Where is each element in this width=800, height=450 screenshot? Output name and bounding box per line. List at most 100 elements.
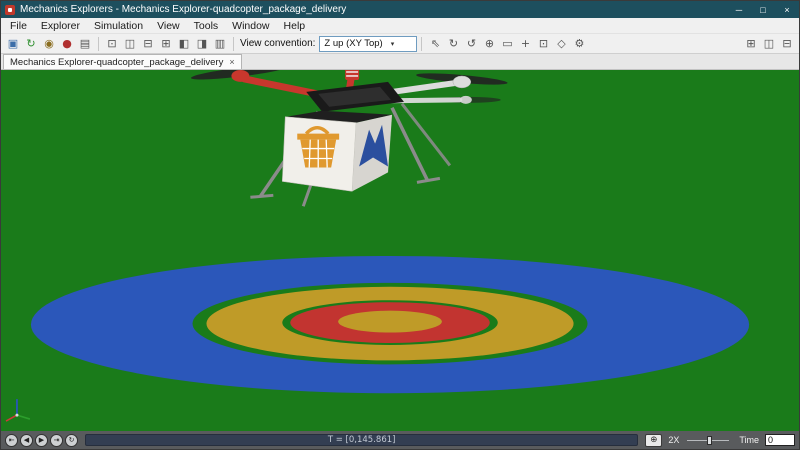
select-cursor-icon: ⇖ <box>430 37 441 50</box>
menu-item[interactable]: Help <box>277 20 313 32</box>
layout-four-grid-icon: ⊞ <box>746 37 756 50</box>
toolbar-button[interactable]: ◨ <box>193 35 211 53</box>
playback-button[interactable]: ↻ <box>65 433 78 447</box>
toolbar-separator <box>233 36 234 51</box>
menu-bar: File Explorer Simulation View Tools Wind… <box>1 18 799 33</box>
toolbar-button[interactable]: ◫ <box>760 35 778 53</box>
fit-to-view-icon: ⊡ <box>538 37 549 50</box>
pan-view-icon: + <box>520 37 531 50</box>
playback-button[interactable]: ⇥ <box>50 433 63 447</box>
toolbar-button[interactable]: + <box>516 35 534 53</box>
toolbar-button[interactable]: ▥ <box>211 35 229 53</box>
menu-item[interactable]: View <box>150 20 187 32</box>
toolbar-separator <box>421 36 423 51</box>
magnifier-icon: ⊕ <box>650 434 658 445</box>
play-icon: ▶ <box>38 435 45 444</box>
toolbar-button[interactable]: ◫ <box>121 35 139 53</box>
zoom-in-icon: ⊕ <box>484 37 495 50</box>
tab-mechanics-explorer[interactable]: Mechanics Explorer-quadcopter_package_de… <box>3 54 242 69</box>
speed-slider[interactable] <box>685 434 731 447</box>
perspective-icon: ◇ <box>557 37 566 50</box>
record-video-icon: ● <box>62 37 72 50</box>
close-button[interactable]: × <box>775 1 799 18</box>
timeline-zoom-button[interactable]: ⊕ <box>645 433 663 447</box>
split-left-right-icon: ◫ <box>124 37 136 50</box>
mechanics-explorer-window: Mechanics Explorers - Mechanics Explorer… <box>0 0 800 450</box>
slider-thumb[interactable] <box>707 435 713 445</box>
toolbar-button[interactable]: ⚙ <box>570 35 588 53</box>
chevron-down-icon: ▾ <box>390 40 395 48</box>
menu-item[interactable]: Simulation <box>87 20 150 32</box>
toolbar-button[interactable]: ◧ <box>175 35 193 53</box>
toolbar-button[interactable]: ⊞ <box>742 35 760 53</box>
menu-item[interactable]: Window <box>225 20 276 32</box>
tab-bar: Mechanics Explorer-quadcopter_package_de… <box>1 54 799 70</box>
roll-view-icon: ↺ <box>466 37 477 50</box>
playback-button[interactable]: ▶ <box>35 433 48 447</box>
toolbar-button[interactable]: ↻ <box>444 35 462 53</box>
toolbar-button[interactable]: ⊡ <box>534 35 552 53</box>
four-pane-grid-icon: ⊞ <box>161 37 171 50</box>
snapshot-icon: ◉ <box>44 37 54 50</box>
copy-view-icon: ▣ <box>7 37 19 50</box>
3d-viewport[interactable] <box>1 70 799 431</box>
playback-button[interactable]: ⇤ <box>5 433 18 447</box>
menu-item[interactable]: File <box>3 20 34 32</box>
timeline-slider[interactable]: T = [0,145.861] <box>85 434 639 446</box>
pane-tool-group: ⊡ ◫ ⊟ ⊞ ◧ ◨ ▥ <box>103 35 229 53</box>
toolbar-button[interactable]: ⊟ <box>778 35 796 53</box>
view-tool-group: ⇖ ↻ ↺ ⊕ ▭ + ⊡ ◇ ⚙ <box>426 35 588 53</box>
timeline-range-text: T = [0,145.861] <box>327 435 396 445</box>
maximize-button[interactable]: □ <box>751 1 775 18</box>
toolbar-separator <box>98 36 99 51</box>
toolbar-button[interactable]: ▤ <box>76 35 94 53</box>
view-convention-select[interactable]: Z up (XY Top) ▾ <box>319 35 418 52</box>
rotate-view-icon: ↻ <box>448 37 459 50</box>
toolbar-button[interactable]: ↺ <box>462 35 480 53</box>
playback-bar: ⇤ ◀ ▶ ⇥ ↻ T = [0,145.861] ⊕ 2X Time 0 <box>1 431 799 449</box>
split-top-bottom-icon: ⊟ <box>143 37 153 50</box>
go-to-start-icon: ⇤ <box>8 435 15 444</box>
toolbar: ▣ ↻ ◉ ● ▤ ⊡ ◫ ⊟ ⊞ ◧ ◨ ▥ View convention:… <box>1 33 799 54</box>
loop-icon: ↻ <box>68 435 75 444</box>
toolbar-button[interactable]: ⊞ <box>157 35 175 53</box>
minimize-button[interactable]: ─ <box>727 1 751 18</box>
toolbar-button[interactable]: ⇖ <box>426 35 444 53</box>
file-tool-group: ▣ ↻ ◉ ● ▤ <box>4 35 94 53</box>
single-pane-icon: ⊡ <box>107 37 117 50</box>
toolbar-button[interactable]: ◉ <box>40 35 58 53</box>
pane-layout-left-icon: ◧ <box>178 37 190 50</box>
menu-item[interactable]: Explorer <box>34 20 87 32</box>
window-controls: ─ □ × <box>727 1 799 18</box>
video-preferences-icon: ⚙ <box>574 37 585 50</box>
step-back-icon: ◀ <box>23 435 30 444</box>
landing-pad-bullseye <box>30 255 750 394</box>
toolbar-button[interactable]: ↻ <box>22 35 40 53</box>
tab-label: Mechanics Explorer-quadcopter_package_de… <box>10 56 224 68</box>
toolbar-button[interactable]: ⊡ <box>103 35 121 53</box>
window-title: Mechanics Explorers - Mechanics Explorer… <box>20 4 347 15</box>
playback-button[interactable]: ◀ <box>20 433 33 447</box>
toolbar-button[interactable]: ● <box>58 35 76 53</box>
view-convention-label: View convention: <box>240 38 316 49</box>
app-icon <box>5 4 15 15</box>
layout-split-vertical-icon: ◫ <box>763 37 775 50</box>
go-to-end-icon: ⇥ <box>53 435 60 444</box>
toolbar-button[interactable]: ▭ <box>498 35 516 53</box>
zoom-region-icon: ▭ <box>502 37 513 50</box>
playback-controls: ⇤ ◀ ▶ ⇥ ↻ <box>5 433 78 447</box>
time-label: Time <box>739 435 759 445</box>
toolbar-button[interactable]: ⊟ <box>139 35 157 53</box>
toolbar-button[interactable]: ▣ <box>4 35 22 53</box>
toolbar-button[interactable]: ◇ <box>552 35 570 53</box>
close-icon[interactable]: × <box>229 57 234 67</box>
layout-split-horizontal-icon: ⊟ <box>782 37 792 50</box>
pane-layout-right-icon: ◨ <box>196 37 208 50</box>
view-convention-value: Z up (XY Top) <box>324 38 383 49</box>
menu-item[interactable]: Tools <box>187 20 226 32</box>
print-icon: ▤ <box>79 37 91 50</box>
time-input[interactable]: 0 <box>765 434 795 446</box>
toolbar-button[interactable]: ⊕ <box>480 35 498 53</box>
speed-label: 2X <box>668 435 680 445</box>
replay-animation-icon: ↻ <box>26 37 36 50</box>
